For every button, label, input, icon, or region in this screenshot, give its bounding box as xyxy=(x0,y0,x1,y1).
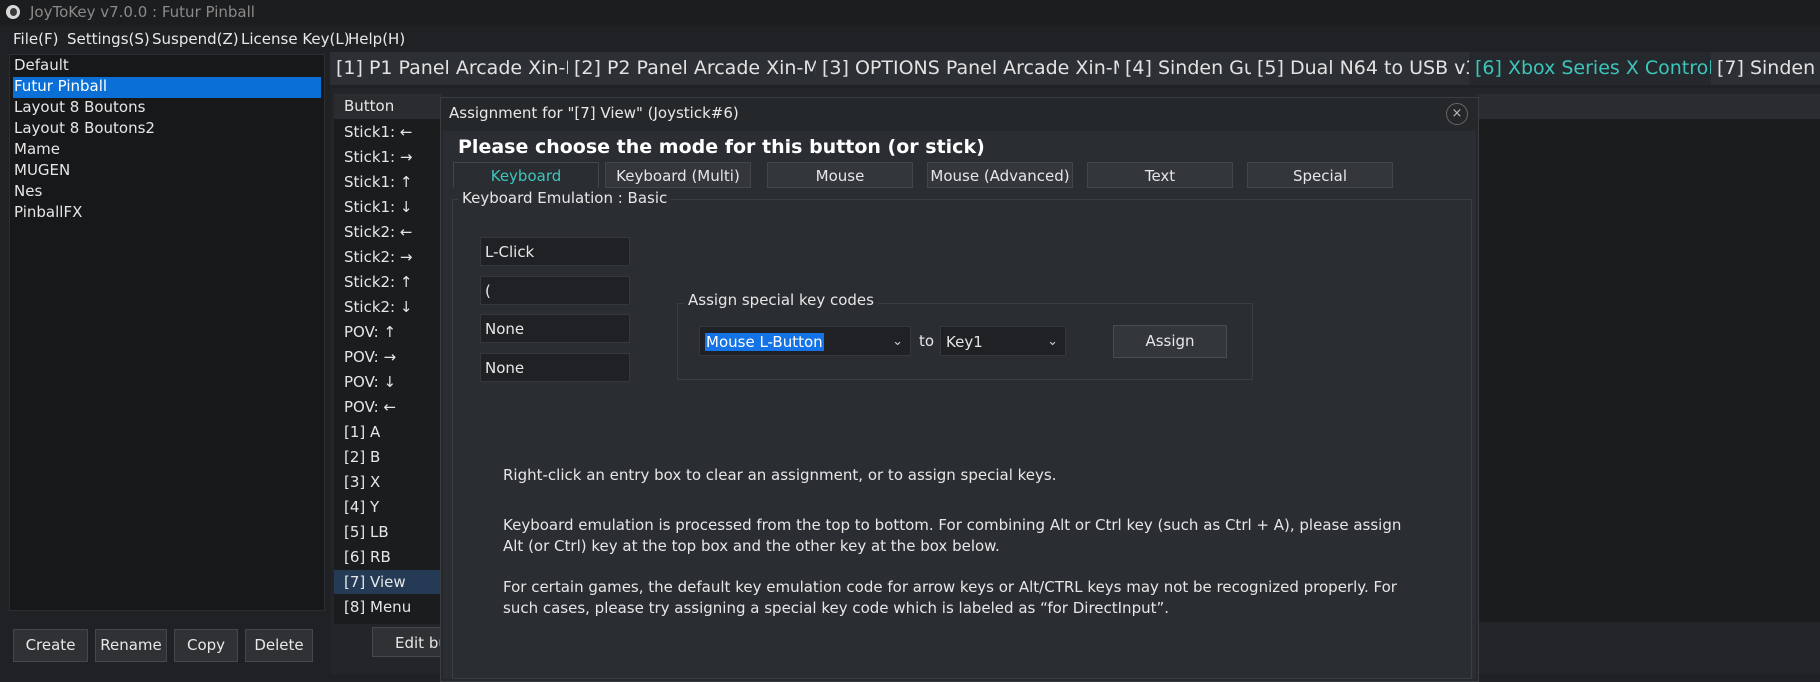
key-entry-3[interactable]: None xyxy=(480,314,630,343)
button-list: Button Stick1: ← Stick1: → Stick1: ↑ Sti… xyxy=(334,94,442,624)
button-row[interactable]: [1] A xyxy=(334,420,442,444)
button-row[interactable]: Stick2: ↓ xyxy=(334,295,442,319)
title-bar: JoyToKey v7.0.0 : Futur Pinball xyxy=(0,0,1820,26)
profile-item[interactable]: Default xyxy=(13,56,321,77)
tab-keyboard[interactable]: Keyboard xyxy=(453,162,599,188)
tab-mouse[interactable]: Mouse xyxy=(767,162,913,188)
assignment-dialog: Assignment for "[7] View" (Joystick#6) ×… xyxy=(440,97,1479,682)
button-row[interactable]: [4] Y xyxy=(334,495,442,519)
close-icon[interactable]: × xyxy=(1446,103,1468,125)
button-row[interactable]: POV: ↓ xyxy=(334,370,442,394)
chevron-down-icon: ⌄ xyxy=(1047,334,1058,349)
delete-button[interactable]: Delete xyxy=(245,629,313,662)
button-row-selected[interactable]: [7] View xyxy=(334,570,442,594)
create-button[interactable]: Create xyxy=(13,629,88,662)
to-label: to xyxy=(919,332,935,350)
window-title: JoyToKey v7.0.0 : Futur Pinball xyxy=(30,3,255,21)
tab-joystick-3[interactable]: [3] OPTIONS Panel Arcade Xin-Mo xyxy=(816,52,1149,85)
tab-special[interactable]: Special xyxy=(1247,162,1393,188)
special-source-value: Mouse L-Button xyxy=(705,333,824,351)
button-row[interactable]: [8] Menu xyxy=(334,595,442,619)
tab-joystick-5[interactable]: [5] Dual N64 to USB v3.6 xyxy=(1251,52,1504,85)
profile-item-selected[interactable]: Futur Pinball xyxy=(13,77,321,98)
tab-keyboard-multi[interactable]: Keyboard (Multi) xyxy=(605,162,751,188)
keyboard-emulation-label: Keyboard Emulation : Basic xyxy=(458,189,672,207)
key-entry-1[interactable]: L-Click xyxy=(480,237,630,266)
tab-mouse-advanced[interactable]: Mouse (Advanced) xyxy=(927,162,1073,188)
profile-item[interactable]: Layout 8 Boutons2 xyxy=(13,119,321,140)
button-row[interactable]: Stick1: → xyxy=(334,145,442,169)
dialog-body: Please choose the mode for this button (… xyxy=(443,131,1476,679)
button-row[interactable]: POV: ↑ xyxy=(334,320,442,344)
menu-suspend[interactable]: Suspend(Z) xyxy=(152,30,239,48)
assignment-panel-header xyxy=(1477,94,1820,119)
help-text-2: Keyboard emulation is processed from the… xyxy=(503,516,1402,555)
menu-file[interactable]: File(F) xyxy=(13,30,58,48)
copy-button[interactable]: Copy xyxy=(174,629,238,662)
chevron-down-icon: ⌄ xyxy=(892,334,903,349)
key-entry-4[interactable]: None xyxy=(480,353,630,382)
app-logo-icon xyxy=(6,5,20,19)
button-row[interactable]: [5] LB xyxy=(334,520,442,544)
button-row[interactable]: Stick1: ↓ xyxy=(334,195,442,219)
profile-item[interactable]: PinballFX xyxy=(13,203,321,224)
profile-item[interactable]: Layout 8 Boutons xyxy=(13,98,321,119)
menu-help[interactable]: Help(H) xyxy=(348,30,405,48)
rename-button[interactable]: Rename xyxy=(95,629,167,662)
help-text-3: For certain games, the default key emula… xyxy=(503,578,1397,617)
dialog-title: Assignment for "[7] View" (Joystick#6) xyxy=(449,104,739,122)
tab-joystick-6[interactable]: [6] Xbox Series X Controller xyxy=(1469,52,1747,85)
button-row[interactable]: Stick1: ← xyxy=(334,120,442,144)
button-row[interactable]: Stick1: ↑ xyxy=(334,170,442,194)
tab-joystick-1[interactable]: [1] P1 Panel Arcade Xin-Mo xyxy=(330,52,602,85)
menu-settings[interactable]: Settings(S) xyxy=(67,30,150,48)
button-row[interactable]: [6] RB xyxy=(334,545,442,569)
menu-bar: File(F) Settings(S) Suspend(Z) License K… xyxy=(0,26,1820,52)
profile-item[interactable]: MUGEN xyxy=(13,161,321,182)
profile-list: Default Futur Pinball Layout 8 Boutons L… xyxy=(9,54,325,611)
button-row[interactable]: Stick2: ↑ xyxy=(334,270,442,294)
tab-joystick-2[interactable]: [2] P2 Panel Arcade Xin-Mo xyxy=(568,52,840,85)
tab-joystick-7[interactable]: [7] Sinden G xyxy=(1711,52,1820,85)
profile-item[interactable]: Nes xyxy=(13,182,321,203)
button-row[interactable]: Stick2: ← xyxy=(334,220,442,244)
dialog-heading: Please choose the mode for this button (… xyxy=(458,136,985,158)
special-source-select[interactable]: Mouse L-Button ⌄ xyxy=(699,326,911,356)
special-key-label: Assign special key codes xyxy=(684,291,878,309)
button-row[interactable]: [3] X xyxy=(334,470,442,494)
button-list-header: Button xyxy=(334,94,442,119)
bottom-bar xyxy=(1477,622,1820,672)
key-entry-2[interactable]: ( xyxy=(480,276,630,305)
special-target-select[interactable]: Key1 ⌄ xyxy=(940,326,1066,356)
profile-item[interactable]: Mame xyxy=(13,140,321,161)
button-row[interactable]: POV: → xyxy=(334,345,442,369)
button-row[interactable]: POV: ← xyxy=(334,395,442,419)
assignment-panel xyxy=(1477,94,1820,624)
special-target-value: Key1 xyxy=(946,333,983,351)
button-row[interactable]: [2] B xyxy=(334,445,442,469)
menu-license-key[interactable]: License Key(L) xyxy=(241,30,350,48)
joystick-tabs: [1] P1 Panel Arcade Xin-Mo [2] P2 Panel … xyxy=(330,52,1820,86)
button-row[interactable]: Stick2: → xyxy=(334,245,442,269)
tab-text[interactable]: Text xyxy=(1087,162,1233,188)
assign-button[interactable]: Assign xyxy=(1113,325,1227,358)
help-text-1: Right-click an entry box to clear an ass… xyxy=(503,466,1057,484)
